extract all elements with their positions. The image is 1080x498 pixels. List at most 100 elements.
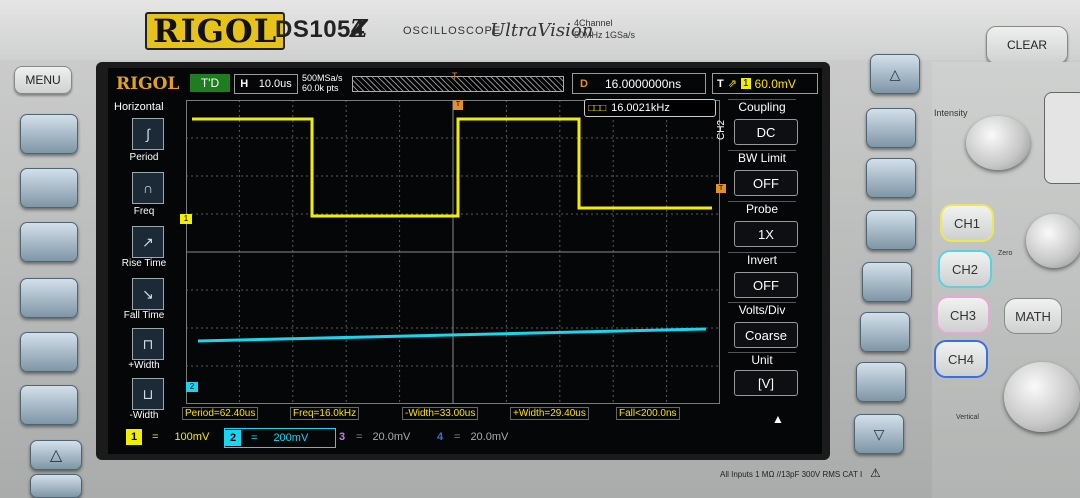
probe-title: Probe [728,201,796,218]
triangle-up-icon: △ [889,65,901,82]
unit-value[interactable]: [V] [734,370,798,396]
menu-item-rise-time: Rise Time [121,258,167,269]
bw-limit-value[interactable]: OFF [734,170,798,196]
ch1-button[interactable]: 1CH1 [940,204,994,242]
trigger-level-marker[interactable]: T [716,184,726,193]
menu-item-fall-time: Fall Time [123,310,165,321]
warning-icon: ⚠ [870,466,881,480]
ch2-offset-marker[interactable]: 2 [186,382,198,392]
volts-div-title: Volts/Div [728,302,796,319]
frequency-counter-value: 16.0021kHz [611,102,670,114]
right-softkey-4[interactable] [862,262,912,302]
measurement-pos-width: +Width=29.40us [510,407,589,420]
ch1-tag[interactable]: 1 = 100mV [126,428,222,446]
ch3-scale: 20.0mV [372,431,411,443]
unit-title: Unit [728,352,796,369]
trigger-label: T [717,77,724,90]
trigger-box: T ⇗ 1 60.0mV [712,73,818,94]
delay-value: 16.0000000ns [605,76,682,91]
invert-value[interactable]: OFF [734,272,798,298]
zero-label: Zero [998,250,1013,257]
screen-logo: RIGOL [116,74,180,94]
pos-width-icon[interactable]: ⊓ [132,328,164,360]
ch1-offset-marker[interactable]: 1 [180,214,192,224]
trigger-level: 60.0mV [754,76,796,91]
page-up-right-button[interactable]: △ [870,54,920,94]
ch3-tag[interactable]: 3 = 20.0mV [334,428,420,446]
timebase-label: H [240,78,249,90]
page-down-right-button[interactable]: ▽ [854,414,904,454]
speaker-icon[interactable]: ▲ [772,412,784,426]
vertical-position-knob[interactable] [1026,214,1080,268]
ch2-number: 2 [225,430,241,446]
right-softkey-6[interactable] [856,362,906,402]
ch3-coupling-icon: = [356,431,363,443]
oscilloscope-label: OSCILLOSCOPE [403,25,502,37]
vertical-scale-knob[interactable] [1004,362,1080,432]
measurement-neg-width: -Width=33.00us [402,407,479,420]
page-down-left-button[interactable] [30,474,82,498]
menu-channel-label: CH2 [716,119,727,140]
softkey-3[interactable] [20,222,78,262]
trigger-position-marker: T [452,71,458,81]
ch3-number: 3 [338,431,346,443]
rising-edge-icon: ⇗ [727,78,737,90]
square-wave-icon: □□□ [588,102,607,114]
ch4-tag[interactable]: 4 = 20.0mV [432,428,518,446]
ch4-coupling-icon: = [454,431,461,443]
fall-time-icon[interactable]: ↘ [132,278,164,310]
right-softkey-2[interactable] [866,158,916,198]
delay-label: D [580,77,588,90]
freq-icon[interactable]: ∩ [132,172,164,204]
right-softkey-1[interactable] [866,108,916,148]
sample-rate: 500MSa/s [302,73,343,83]
softkey-2[interactable] [20,168,78,208]
right-softkey-5[interactable] [860,312,910,352]
ch1-number: 1 [126,429,142,445]
measurement-fall-time: Fall<200.0ns [616,407,680,420]
rigol-logo: RIGOL [145,12,286,50]
softkey-5[interactable] [20,332,78,372]
trigger-time-marker[interactable]: T [453,100,463,110]
ch4-number: 4 [436,431,444,443]
right-softkey-3[interactable] [866,210,916,250]
ch1-coupling-icon: = [152,431,159,443]
frequency-counter: □□□ 16.0021kHz [584,99,716,117]
coupling-value[interactable]: DC [734,119,798,145]
sample-info: 500MSa/s 60.0k pts [302,73,343,93]
ch2-button[interactable]: CH2 [938,250,992,288]
vertical-label: Vertical [956,414,979,421]
neg-width-icon[interactable]: ⊔ [132,378,164,410]
probe-value[interactable]: 1X [734,221,798,247]
menu-title: Horizontal [114,101,164,113]
model-suffix: Z [350,14,368,43]
delay-box: D 16.0000000ns [572,73,706,94]
ch2-coupling-icon: = [251,432,258,444]
ch1-waveform [192,117,712,218]
menu-button[interactable]: MENU [14,66,72,94]
coupling-title: Coupling [728,99,796,116]
rise-time-icon[interactable]: ↗ [132,226,164,258]
side-button-group[interactable] [1044,92,1080,184]
ch3-button[interactable]: CH3 [936,296,990,334]
ch4-button[interactable]: CH4 [934,340,988,378]
ch2-tag[interactable]: 2 = 200mV [224,428,336,448]
clear-button[interactable]: CLEAR [986,26,1068,64]
intensity-knob[interactable] [966,116,1030,170]
run-state-badge: T'D [190,74,230,92]
bw-limit-title: BW Limit [728,150,796,167]
softkey-1[interactable] [20,114,78,154]
menu-item-period: Period [129,152,159,163]
period-icon[interactable]: ∫ [132,118,164,150]
math-button[interactable]: MATH [1004,298,1062,334]
triangle-up-icon: △ [49,447,63,464]
waveform-grid [186,100,720,404]
triangle-down-icon: ▽ [873,425,885,442]
timebase-value: 10.0us [258,78,292,90]
softkey-6[interactable] [20,385,78,425]
softkey-4[interactable] [20,278,78,318]
volts-div-value[interactable]: Coarse [734,322,798,348]
measurement-period: Period=62.40us [182,407,259,420]
page-up-left-button[interactable]: △ [30,440,82,470]
input-rating-label: All Inputs 1 MΩ //13pF 300V RMS CAT I [720,470,863,479]
